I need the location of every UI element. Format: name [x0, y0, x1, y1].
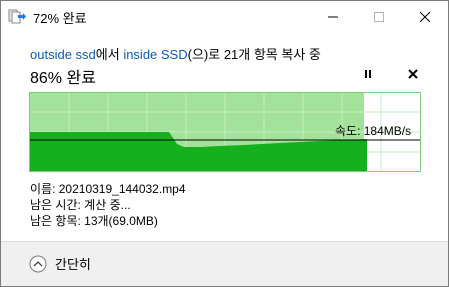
maximize-icon — [374, 11, 384, 22]
cancel-copy-button[interactable] — [400, 63, 426, 85]
maximize-button[interactable] — [356, 1, 402, 32]
close-window-icon — [420, 11, 430, 22]
pause-button[interactable] — [355, 63, 381, 85]
fewer-details-label: 간단히 — [55, 257, 91, 272]
destination-link[interactable]: inside SSD — [123, 47, 187, 62]
minimize-icon — [328, 16, 338, 17]
subtitle-connector: 에서 — [95, 47, 124, 62]
progress-percent-label: 86% 완료 — [30, 70, 96, 87]
copy-details: 이름: 20210319_144032.mp4 남은 시간: 계산 중... 남… — [30, 181, 186, 229]
dialog-footer: 간단히 — [1, 241, 448, 286]
file-copy-dialog: 72% 완료 outside ssd에서 inside SSD(으)로 21개 … — [0, 0, 449, 287]
copy-arrow-icon — [8, 8, 26, 24]
file-name-row: 이름: 20210319_144032.mp4 — [30, 182, 186, 196]
minimize-button[interactable] — [310, 1, 356, 32]
title-bar[interactable]: 72% 완료 — [1, 1, 448, 32]
speed-label: 속도: 184MB/s — [335, 124, 411, 138]
time-remaining-row: 남은 시간: 계산 중... — [30, 198, 131, 212]
close-icon — [408, 69, 418, 79]
close-window-button[interactable] — [402, 1, 448, 32]
pause-icon — [365, 70, 371, 78]
source-link[interactable]: outside ssd — [30, 47, 96, 62]
subtitle-suffix: (으)로 21개 항목 복사 중 — [187, 47, 321, 62]
chevron-up-icon — [29, 255, 47, 272]
fewer-details-button[interactable]: 간단히 — [29, 254, 91, 273]
items-remaining-row: 남은 항목: 13개(69.0MB) — [30, 214, 158, 228]
copy-status-text: outside ssd에서 inside SSD(으)로 21개 항목 복사 중 — [30, 44, 321, 63]
window-title: 72% 완료 — [33, 11, 87, 26]
transfer-speed-graph: 속도: 184MB/s — [29, 92, 421, 172]
